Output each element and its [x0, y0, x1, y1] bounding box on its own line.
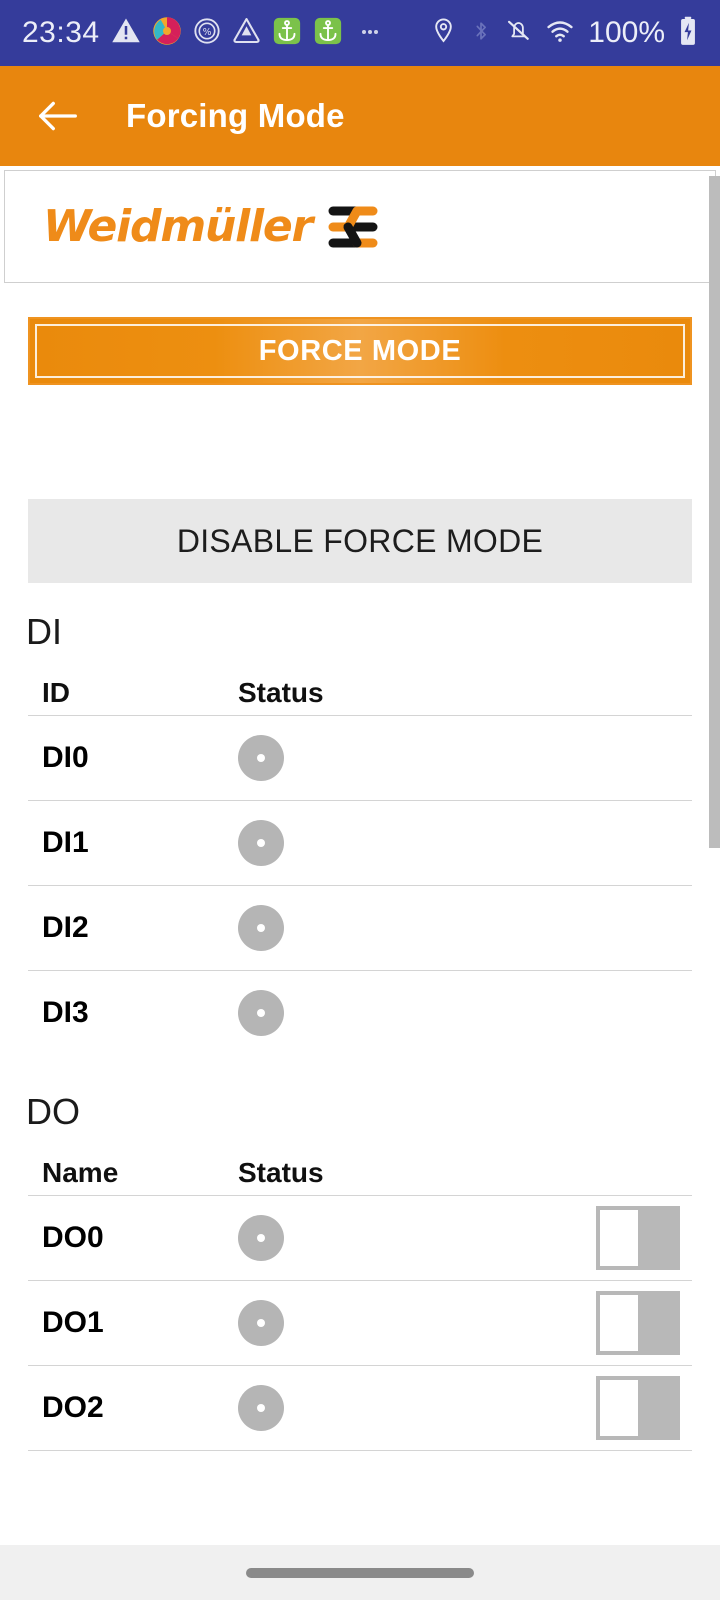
do-row-toggle-cell — [428, 1206, 692, 1270]
back-arrow-icon — [39, 101, 77, 131]
force-mode-label: FORCE MODE — [258, 334, 462, 367]
colorful-app-icon — [152, 16, 182, 51]
ringer-muted-icon — [505, 17, 532, 49]
di-row-name: DI0 — [42, 741, 89, 774]
toggle-thumb — [600, 1380, 638, 1436]
table-row[interactable]: DI1 — [28, 800, 692, 885]
brand-header-card: Weidmüller — [4, 170, 716, 283]
led-center-dot — [257, 839, 265, 847]
status-led-icon — [238, 735, 284, 781]
table-row[interactable]: DI2 — [28, 885, 692, 970]
back-button[interactable] — [30, 88, 86, 144]
do-row-name: DO1 — [42, 1306, 104, 1339]
disable-force-mode-label: DISABLE FORCE MODE — [176, 522, 544, 559]
weidmuller-logo: Weidmüller — [43, 201, 380, 252]
do-row-toggle-cell — [428, 1376, 692, 1440]
gesture-handle[interactable] — [246, 1567, 474, 1578]
do-section-title: DO — [26, 1091, 80, 1132]
status-led-icon — [238, 1300, 284, 1346]
app-bar: Forcing Mode — [0, 66, 720, 166]
battery-percent-label: 100% — [588, 16, 665, 49]
scrollbar-thumb[interactable] — [709, 176, 720, 848]
warning-triangle-icon — [111, 16, 141, 51]
status-bar-left: 23:34 % — [22, 16, 430, 51]
di-column-id: ID — [42, 677, 70, 708]
do-column-name: Name — [42, 1157, 119, 1188]
do-row-name: DO0 — [42, 1221, 104, 1254]
led-center-dot — [257, 1404, 265, 1412]
scroll-container[interactable]: Weidmüller FORCE MODE DISABLE FORCE MODE… — [0, 166, 720, 1545]
di-row-name: DI3 — [42, 996, 89, 1029]
di-row-name: DI1 — [42, 826, 89, 859]
di-row-status — [238, 735, 428, 781]
system-navigation-bar — [0, 1545, 720, 1600]
di-row-name: DI2 — [42, 911, 89, 944]
status-bar-right: 100% — [430, 16, 698, 51]
do-table: Name Status DO0 DO1 DO2 — [28, 1133, 692, 1450]
bluetooth-icon — [470, 18, 492, 49]
toggle-thumb — [600, 1295, 638, 1351]
do-row-status — [238, 1385, 428, 1431]
do-row-name: DO2 — [42, 1391, 104, 1424]
location-pin-icon — [430, 17, 457, 49]
weidmuller-logo-mark — [328, 206, 378, 247]
led-center-dot — [257, 1234, 265, 1242]
led-center-dot — [257, 754, 265, 762]
disable-force-mode-button[interactable]: DISABLE FORCE MODE — [28, 499, 692, 583]
di-table-header: ID Status — [28, 653, 692, 715]
di-column-status: Status — [238, 677, 324, 708]
status-led-icon — [238, 905, 284, 951]
more-notifications-icon — [358, 19, 382, 48]
status-led-icon — [238, 990, 284, 1036]
toggle-thumb — [600, 1210, 638, 1266]
force-toggle-switch[interactable] — [596, 1206, 680, 1270]
scrollbar[interactable] — [709, 166, 720, 1545]
status-led-icon — [238, 1385, 284, 1431]
table-row[interactable]: DI0 — [28, 715, 692, 800]
di-row-status — [238, 990, 428, 1036]
wifi-icon — [545, 17, 575, 50]
content-area: FORCE MODE DISABLE FORCE MODE DI ID Stat… — [0, 317, 720, 1451]
anchor-app-icon-2 — [313, 16, 343, 51]
di-row-status — [238, 905, 428, 951]
battery-charging-icon — [678, 16, 698, 51]
clock: 23:34 — [22, 16, 100, 49]
triangle-drop-icon — [232, 16, 261, 50]
table-row[interactable]: DI3 — [28, 970, 692, 1055]
table-bottom-divider — [28, 1450, 692, 1451]
led-center-dot — [257, 924, 265, 932]
led-center-dot — [257, 1319, 265, 1327]
do-row-status — [238, 1215, 428, 1261]
svg-text:%: % — [202, 27, 211, 38]
force-mode-button[interactable]: FORCE MODE — [28, 317, 692, 385]
do-row-status — [238, 1300, 428, 1346]
di-table: ID Status DI0 DI1 DI2 DI3 — [28, 653, 692, 1055]
do-row-toggle-cell — [428, 1291, 692, 1355]
table-row[interactable]: DO2 — [28, 1365, 692, 1450]
di-row-status — [238, 820, 428, 866]
do-table-header: Name Status — [28, 1133, 692, 1195]
status-led-icon — [238, 820, 284, 866]
anchor-app-icon-1 — [272, 16, 302, 51]
table-row[interactable]: DO0 — [28, 1195, 692, 1280]
status-bar: 23:34 % 100% — [0, 0, 720, 66]
status-led-icon — [238, 1215, 284, 1261]
brand-name: Weidmüller — [43, 201, 313, 252]
led-center-dot — [257, 1009, 265, 1017]
page-title: Forcing Mode — [126, 97, 345, 134]
force-toggle-switch[interactable] — [596, 1291, 680, 1355]
table-row[interactable]: DO1 — [28, 1280, 692, 1365]
di-section-title: DI — [26, 611, 62, 652]
percent-circle-icon: % — [193, 17, 221, 50]
do-column-status: Status — [238, 1157, 324, 1188]
force-toggle-switch[interactable] — [596, 1376, 680, 1440]
